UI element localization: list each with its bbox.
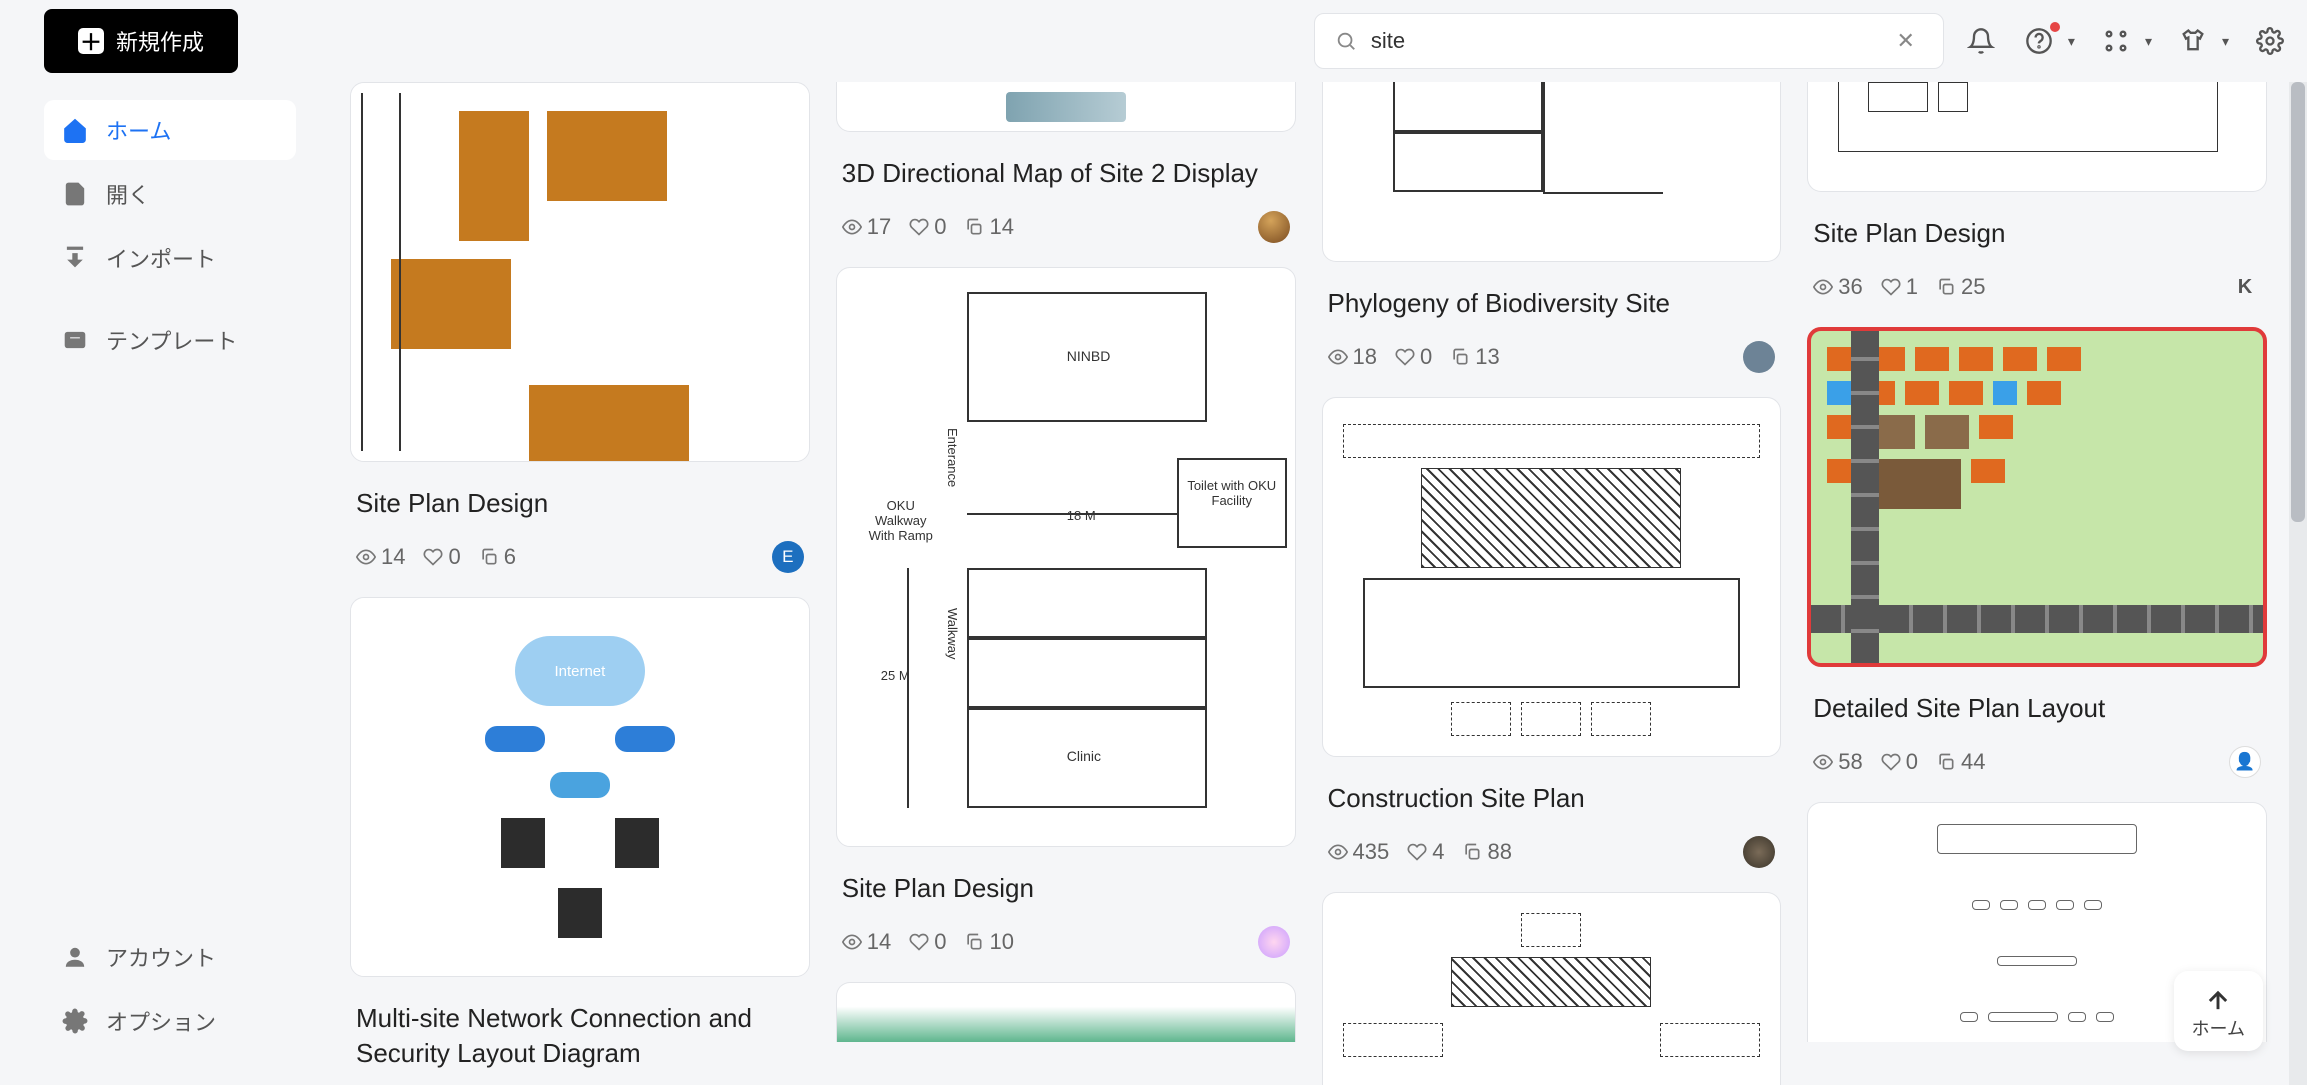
- heart-icon: [1881, 277, 1901, 297]
- eye-icon: [1813, 752, 1833, 772]
- template-title: Detailed Site Plan Layout: [1807, 677, 2267, 730]
- template-card-partial[interactable]: [836, 982, 1296, 1042]
- template-title: Multi-site Network Connection and Securi…: [350, 987, 810, 1075]
- scrollbar[interactable]: [2289, 82, 2307, 1085]
- shirt-dropdown-caret[interactable]: ▾: [2222, 33, 2229, 50]
- copy-icon: [479, 547, 499, 567]
- template-title: Construction Site Plan: [1322, 767, 1782, 820]
- eye-icon: [1813, 277, 1833, 297]
- template-card[interactable]: NINBD Toilet with OKU Facility Enterance…: [836, 267, 1296, 847]
- new-button[interactable]: ＋ 新規作成: [44, 9, 238, 73]
- help-dropdown-caret[interactable]: ▾: [2068, 33, 2075, 50]
- sidebar-item-home[interactable]: ホーム: [44, 100, 296, 160]
- cloud-shape: Internet: [515, 636, 645, 706]
- template-meta: 18 0 13: [1322, 335, 1782, 387]
- template-card[interactable]: Internet: [350, 597, 810, 977]
- eye-icon: [1328, 347, 1348, 367]
- template-title: Site Plan Design: [350, 472, 810, 525]
- sidebar-item-label: アカウント: [106, 941, 216, 973]
- sidebar-item-label: オプション: [106, 1005, 216, 1037]
- sidebar-item-open[interactable]: 開く: [44, 164, 296, 224]
- home-fab[interactable]: ホーム: [2174, 971, 2263, 1051]
- template-title: Phylogeny of Biodiversity Site: [1322, 272, 1782, 325]
- heart-icon: [1881, 752, 1901, 772]
- heart-icon: [423, 547, 443, 567]
- search-input[interactable]: [1357, 28, 1889, 54]
- notifications-icon[interactable]: [1964, 24, 1998, 58]
- sidebar-item-import[interactable]: インポート: [44, 228, 296, 288]
- copy-icon: [964, 217, 984, 237]
- search-box[interactable]: ✕: [1314, 13, 1944, 69]
- template-card-partial[interactable]: [1807, 82, 2267, 192]
- template-meta: 435 4 88: [1322, 830, 1782, 882]
- help-notification-dot: [2050, 22, 2060, 32]
- sidebar-item-label: テンプレート: [106, 324, 237, 356]
- sidebar-item-account[interactable]: アカウント: [44, 927, 296, 987]
- template-card-highlighted[interactable]: [1807, 327, 2267, 667]
- sidebar-item-templates[interactable]: テンプレート: [44, 310, 296, 370]
- template-card-partial[interactable]: [1322, 892, 1782, 1085]
- author-avatar[interactable]: [1258, 211, 1290, 243]
- author-avatar[interactable]: 👤: [2229, 746, 2261, 778]
- copy-icon: [1450, 347, 1470, 367]
- template-icon: [62, 327, 88, 353]
- eye-icon: [356, 547, 376, 567]
- account-icon: [62, 944, 88, 970]
- sidebar: ホーム 開く インポート テンプレート アカウント オプション: [0, 82, 340, 1085]
- copy-icon: [1462, 842, 1482, 862]
- gear-icon: [62, 1008, 88, 1034]
- copy-icon: [964, 932, 984, 952]
- author-avatar[interactable]: E: [772, 541, 804, 573]
- heart-icon: [909, 932, 929, 952]
- sidebar-item-options[interactable]: オプション: [44, 991, 296, 1051]
- heart-icon: [1407, 842, 1427, 862]
- copy-icon: [1936, 277, 1956, 297]
- author-avatar[interactable]: [1743, 836, 1775, 868]
- eye-icon: [842, 932, 862, 952]
- eye-icon: [1328, 842, 1348, 862]
- template-grid: Site Plan Design 14 0 6 E Internet Multi…: [340, 82, 2307, 1085]
- shirt-icon[interactable]: [2176, 24, 2210, 58]
- sidebar-item-label: 開く: [106, 178, 150, 210]
- apps-icon[interactable]: [2099, 24, 2133, 58]
- template-card[interactable]: [350, 82, 810, 462]
- heart-icon: [909, 217, 929, 237]
- heart-icon: [1395, 347, 1415, 367]
- fab-label: ホーム: [2192, 1015, 2245, 1041]
- template-meta: 36 1 25 K: [1807, 265, 2267, 317]
- author-avatar[interactable]: K: [2229, 271, 2261, 303]
- home-icon: [62, 117, 88, 143]
- search-icon: [1335, 30, 1357, 52]
- template-card-partial[interactable]: [836, 82, 1296, 132]
- eye-icon: [842, 217, 862, 237]
- template-meta: 14 0 10: [836, 920, 1296, 972]
- file-icon: [62, 181, 88, 207]
- sidebar-item-label: ホーム: [106, 114, 171, 146]
- arrow-up-icon: [2204, 987, 2232, 1015]
- apps-dropdown-caret[interactable]: ▾: [2145, 33, 2152, 50]
- template-meta: 17 0 14: [836, 205, 1296, 257]
- template-card[interactable]: [1322, 397, 1782, 757]
- sidebar-item-label: インポート: [106, 242, 216, 274]
- template-meta: 14 0 6 E: [350, 535, 810, 587]
- settings-icon[interactable]: [2253, 24, 2287, 58]
- copy-icon: [1936, 752, 1956, 772]
- template-meta: 58 0 44 👤: [1807, 740, 2267, 792]
- author-avatar[interactable]: [1743, 341, 1775, 373]
- import-icon: [62, 245, 88, 271]
- clear-search-button[interactable]: ✕: [1888, 24, 1922, 58]
- template-title: Site Plan Design: [1807, 202, 2267, 255]
- new-button-label: 新規作成: [116, 25, 204, 57]
- scrollbar-thumb[interactable]: [2291, 82, 2305, 522]
- help-icon[interactable]: [2022, 24, 2056, 58]
- plus-icon: ＋: [78, 28, 104, 54]
- author-avatar[interactable]: [1258, 926, 1290, 958]
- template-title: 3D Directional Map of Site 2 Display: [836, 142, 1296, 195]
- template-title: Site Plan Design: [836, 857, 1296, 910]
- template-card-partial[interactable]: [1322, 82, 1782, 262]
